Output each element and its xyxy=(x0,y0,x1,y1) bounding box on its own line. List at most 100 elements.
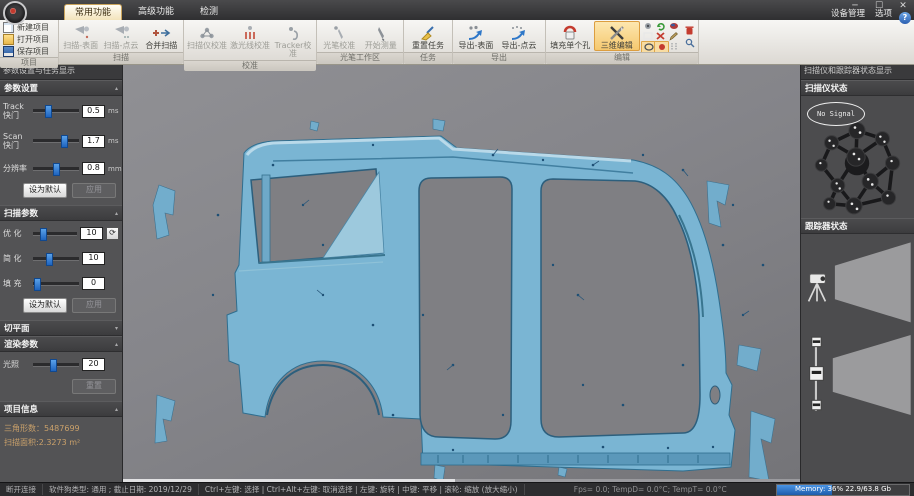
set-default-button-2[interactable]: 设为默认 xyxy=(23,298,67,313)
connection-status: 断开连接 xyxy=(0,484,43,495)
visibility-icon[interactable] xyxy=(641,21,654,31)
collapse-icon: ▴ xyxy=(115,210,118,217)
open-project-button[interactable]: 打开项目 xyxy=(1,34,57,44)
memory-label: Memory: xyxy=(795,485,825,493)
collapse-icon: ▴ xyxy=(115,85,118,92)
save-disk-icon xyxy=(3,46,14,57)
group-edit: 填充单个孔 三维编辑 xyxy=(546,20,699,64)
group-pen-workspace: 光笔校准 开始测量 光笔工作区 xyxy=(317,20,404,64)
broom-icon xyxy=(419,23,437,42)
set-default-button[interactable]: 设为默认 xyxy=(23,183,67,198)
menu-options[interactable]: 选项 xyxy=(875,7,892,19)
right-status-panel: 扫描仪和跟踪器状态显示 扫描仪状态 No Signal xyxy=(800,64,914,483)
resolution-slider[interactable] xyxy=(33,167,79,171)
group-export: 导出-表面 导出-点云 导出 xyxy=(453,20,546,64)
collapse-icon: ▴ xyxy=(115,406,118,413)
close-button[interactable]: ✕ xyxy=(896,0,910,13)
apply-button-2[interactable]: 应用 xyxy=(72,298,116,313)
tab-inspection[interactable]: 检测 xyxy=(190,4,228,20)
edit-tool-grid xyxy=(641,21,680,51)
section-header-tracker-status[interactable]: 跟踪器状态 xyxy=(801,218,914,234)
triangle-count-line: 三角形数：5487699 xyxy=(4,422,118,436)
start-measure-button[interactable]: 开始测量 xyxy=(361,21,402,51)
optimize-slider[interactable] xyxy=(33,232,77,236)
edit-pencil-icon[interactable] xyxy=(667,31,680,41)
zoom-settings-icon[interactable] xyxy=(683,38,696,48)
simplify-value[interactable]: 10 xyxy=(82,252,105,265)
optimize-value[interactable]: 10 xyxy=(80,227,103,240)
handheld-scanner-icon xyxy=(810,337,824,411)
section-header-scan-params[interactable]: 扫描参数▴ xyxy=(0,205,122,221)
3d-viewport[interactable] xyxy=(123,64,800,483)
trash-icon[interactable] xyxy=(683,25,696,35)
optimize-slider-row: 优 化 10 ⟳ xyxy=(0,227,122,240)
pen-calibration-button[interactable]: 光笔校准 xyxy=(319,21,360,51)
group-calibration: 扫描仪校准 激光线校准 Tracker校准 校准 xyxy=(184,20,317,64)
reset-button[interactable]: 重置 xyxy=(72,379,116,394)
fill-value[interactable]: 0 xyxy=(82,277,105,290)
lighting-slider-row: 光照 20 xyxy=(0,358,122,371)
tracker-camera-icon xyxy=(809,274,826,301)
scan-pointcloud-button[interactable]: 扫描-点云 xyxy=(101,21,140,51)
performance-stats: Fps= 0.0; TempD= 0.0°C; TempT= 0.0°C xyxy=(568,485,733,494)
app-logo-button[interactable] xyxy=(3,1,27,25)
scan-surface-button[interactable]: 扫描-表面 xyxy=(61,21,100,51)
scan-shutter-slider[interactable] xyxy=(33,139,79,143)
export-surface-button[interactable]: 导出-表面 xyxy=(455,21,497,51)
track-shutter-value[interactable]: 0.5 xyxy=(82,105,105,118)
scanner-projector-icon xyxy=(72,23,90,42)
reset-task-button[interactable]: 重置任务 xyxy=(406,21,450,51)
fill-hole-icon xyxy=(561,23,579,42)
resolution-value[interactable]: 0.8 xyxy=(82,162,105,175)
tab-advanced-functions[interactable]: 高级功能 xyxy=(128,4,184,20)
fill-slider[interactable] xyxy=(33,282,79,286)
lighting-slider[interactable] xyxy=(33,363,79,367)
rect-select-icon[interactable] xyxy=(641,31,654,41)
section-header-project-info[interactable]: 项目信息▴ xyxy=(0,401,122,417)
memory-percent: 36% xyxy=(828,485,844,493)
recompute-icon[interactable]: ⟳ xyxy=(106,227,119,240)
merge-scan-button[interactable]: 合并扫描 xyxy=(142,21,181,51)
rear-window-divider xyxy=(262,175,270,262)
lasso-select-icon[interactable] xyxy=(667,21,680,31)
simplify-slider[interactable] xyxy=(33,257,79,261)
refresh-icon[interactable] xyxy=(654,21,667,31)
apply-button[interactable]: 应用 xyxy=(72,183,116,198)
laser-line-calibration-button[interactable]: 激光线校准 xyxy=(229,21,271,59)
logo-lens-icon xyxy=(10,8,16,14)
3d-edit-button[interactable]: 三维编辑 xyxy=(594,21,640,51)
statusbar: 断开连接 软件狗类型: 通用 ; 截止日期: 2019/12/29 Ctrl+左… xyxy=(0,482,914,496)
list-options-icon[interactable] xyxy=(667,41,680,51)
no-signal-overlay: No Signal xyxy=(807,102,865,126)
measure-pen-icon xyxy=(373,23,389,42)
collapse-icon: ▾ xyxy=(115,325,118,332)
tracker-calibration-button[interactable]: Tracker校准 xyxy=(272,21,314,59)
right-panel-title: 扫描仪和跟踪器状态显示 xyxy=(801,64,914,80)
tab-common-functions[interactable]: 常用功能 xyxy=(64,4,122,20)
help-icon[interactable]: ? xyxy=(899,12,911,24)
track-shutter-slider[interactable] xyxy=(33,109,79,113)
car-body-scan-model xyxy=(123,65,800,483)
resolution-slider-row: 分辨率 0.8 mm xyxy=(0,162,122,175)
scan-shutter-value[interactable]: 1.7 xyxy=(82,135,105,148)
section-header-param-settings[interactable]: 参数设置▴ xyxy=(0,80,122,96)
save-project-button[interactable]: 保存项目 xyxy=(1,46,57,56)
project-info-content: 三角形数：5487699 扫描面积:2.3273 m² xyxy=(0,417,122,455)
lighting-value[interactable]: 20 xyxy=(82,358,105,371)
scanner-cloud-icon xyxy=(112,23,130,42)
export-cloud-arrow-icon xyxy=(509,23,529,42)
open-project-label: 打开项目 xyxy=(17,34,49,45)
scanner-status-view: No Signal xyxy=(801,96,914,218)
group-label-pen-workspace: 光笔工作区 xyxy=(317,52,403,64)
section-header-scanner-status[interactable]: 扫描仪状态 xyxy=(801,80,914,96)
export-pointcloud-button[interactable]: 导出-点云 xyxy=(498,21,540,51)
fill-single-hole-button[interactable]: 填充单个孔 xyxy=(548,21,593,51)
scanner-calibration-button[interactable]: 扫描仪校准 xyxy=(186,21,228,59)
menu-device-management[interactable]: 设备管理 xyxy=(831,7,865,19)
front-door-opening xyxy=(541,179,700,437)
delete-selection-icon[interactable] xyxy=(654,31,667,41)
laser-lines-icon xyxy=(241,23,259,42)
section-header-clip-plane[interactable]: 切平面▾ xyxy=(0,320,122,336)
section-header-render-params[interactable]: 渲染参数▴ xyxy=(0,336,122,352)
tracker-status-view xyxy=(801,234,914,483)
